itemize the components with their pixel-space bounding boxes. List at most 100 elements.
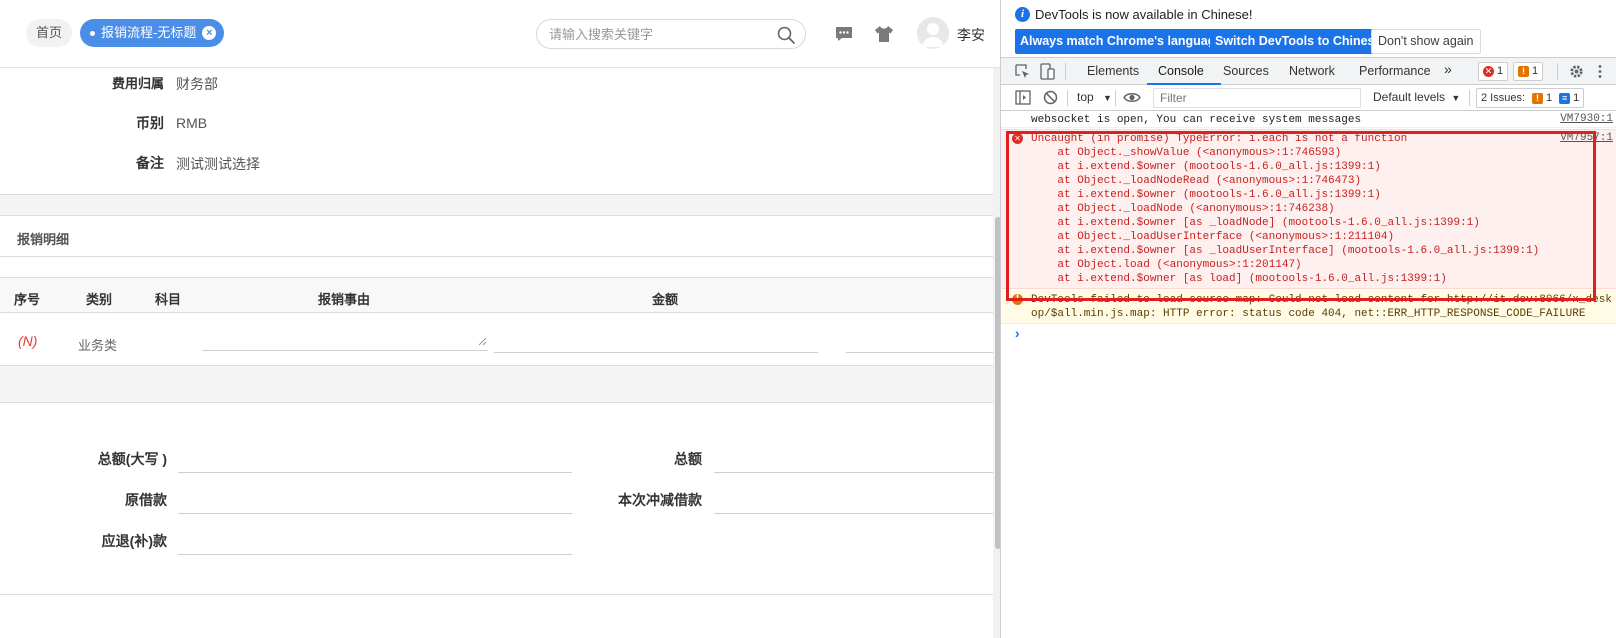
tab-console[interactable]: Console — [1158, 64, 1204, 78]
console-prompt-icon[interactable]: › — [1013, 328, 1021, 342]
resize-handle-icon[interactable] — [478, 337, 487, 346]
warning-line: DevTools failed to load source map: Coul… — [1031, 294, 1612, 306]
warning-count-badge[interactable]: ! 1 — [1513, 62, 1544, 81]
stack-frame[interactable]: at i.extend.$owner [as _loadUserInterfac… — [1031, 244, 1539, 258]
stack-frame[interactable]: at i.extend.$owner (mootools-1.6.0_all.j… — [1031, 160, 1380, 174]
row-reason-field[interactable] — [494, 352, 818, 353]
total-label: 总额 — [674, 451, 702, 467]
message-source-link[interactable]: VM7957:1 — [1560, 132, 1613, 144]
switch-chinese-button[interactable]: Switch DevTools to Chinese — [1210, 29, 1387, 54]
refund-field[interactable] — [178, 554, 572, 555]
tab-network[interactable]: Network — [1289, 64, 1335, 78]
remark-label: 备注 — [136, 155, 164, 171]
refund-label: 应退(补)款 — [101, 533, 167, 549]
sidebar-toggle-icon[interactable] — [1015, 90, 1031, 105]
stack-frame[interactable]: at i.extend.$owner [as _loadNode] (mooto… — [1031, 216, 1479, 230]
device-toolbar-icon[interactable] — [1040, 63, 1055, 80]
message-icon[interactable] — [834, 24, 854, 44]
stack-frame: at Object._loadNode (<anonymous>:1:74623… — [1031, 203, 1335, 215]
currency-label: 币别 — [136, 115, 164, 131]
issues-info-count: 1 — [1573, 91, 1580, 104]
language-infobar: i DevTools is now available in Chinese! … — [1001, 0, 1616, 57]
divider-line — [0, 594, 993, 595]
dont-show-again-button[interactable]: Don't show again — [1371, 29, 1481, 54]
console-message-warning: ! DevTools failed to load source map: Co… — [1001, 290, 1616, 324]
infobar-text: DevTools is now available in Chinese! — [1035, 7, 1253, 22]
stack-frame[interactable]: at i.extend.$owner [as load] (mootools-1… — [1031, 272, 1446, 286]
inspect-element-icon[interactable] — [1015, 64, 1030, 79]
original-loan-field[interactable] — [178, 513, 572, 514]
console-message-info: websocket is open, You can receive syste… — [1001, 111, 1616, 128]
error-count: 1 — [1497, 65, 1504, 77]
search-box — [536, 19, 806, 49]
avatar[interactable] — [917, 17, 949, 49]
row-new-mark: (N) — [18, 333, 38, 349]
username[interactable]: 李安 — [957, 25, 985, 45]
tab-performance[interactable]: Performance — [1359, 64, 1431, 78]
offset-loan-field[interactable] — [714, 513, 993, 514]
stack-frame: at Object.load (<anonymous>:1:201147) — [1031, 259, 1302, 271]
info-icon: i — [1015, 7, 1030, 22]
tab-sources[interactable]: Sources — [1223, 64, 1269, 78]
console-filter-input[interactable]: Filter — [1153, 88, 1361, 108]
table-header — [0, 278, 993, 313]
log-levels-dropdown[interactable]: Default levels ▼ — [1373, 90, 1460, 104]
tab-home[interactable]: 首页 — [26, 19, 73, 47]
issues-label: 2 Issues: — [1481, 91, 1526, 104]
console-output: websocket is open, You can receive syste… — [1001, 111, 1616, 638]
total-upper-label: 总额(大写 ) — [97, 451, 167, 467]
warning-icon: ! — [1518, 66, 1529, 77]
toolbar-separator — [1065, 63, 1066, 80]
warning-icon: ! — [1012, 294, 1023, 305]
total-field[interactable] — [714, 472, 993, 473]
live-expression-eye-icon[interactable] — [1123, 91, 1141, 104]
web-app: 首页 报销流程-无标题 × 李安 费用归属 财务 — [0, 0, 1000, 638]
toolbar-separator — [1557, 63, 1558, 80]
error-count-badge[interactable]: ✕ 1 — [1478, 62, 1509, 81]
issue-info-icon: ≡ — [1559, 92, 1571, 104]
error-line: Uncaught (in promise) TypeError: i.each … — [1031, 133, 1408, 145]
toolbar-separator — [1469, 90, 1470, 106]
row-subject-field[interactable] — [202, 350, 488, 351]
message-text: websocket is open, You can receive syste… — [1031, 114, 1362, 126]
console-message-error: ✕ VM7957:1 Uncaught (in promise) TypeErr… — [1001, 129, 1616, 289]
warning-line: op/$all.min.js.map: HTTP error: status c… — [1031, 308, 1586, 320]
cost-owner-value: 财务部 — [176, 76, 218, 92]
context-selector[interactable]: top ▼ — [1077, 90, 1112, 104]
issue-warning-icon: ! — [1532, 92, 1544, 104]
dropdown-arrow-icon: ▼ — [1103, 93, 1112, 103]
error-icon: ✕ — [1012, 133, 1023, 144]
original-loan-label: 原借款 — [125, 492, 167, 508]
tab-reimbursement[interactable]: 报销流程-无标题 × — [80, 19, 225, 47]
total-upper-field[interactable] — [178, 472, 572, 473]
stack-frame: at Object._loadNodeRead (<anonymous>:1:7… — [1031, 175, 1362, 187]
row-amount-field[interactable] — [846, 352, 993, 353]
clear-console-icon[interactable] — [1043, 90, 1058, 105]
row-category: 业务类 — [78, 338, 118, 353]
more-options-icon[interactable] — [1597, 64, 1603, 79]
stack-frame[interactable]: at i.extend.$owner (mootools-1.6.0_all.j… — [1031, 188, 1380, 202]
tab-close-icon[interactable]: × — [202, 26, 217, 40]
context-label: top — [1077, 90, 1094, 104]
user-avatar-icon — [922, 23, 944, 47]
tab-dot-icon — [90, 30, 95, 36]
toolbar-separator — [1067, 90, 1068, 106]
settings-gear-icon[interactable] — [1569, 64, 1584, 79]
th-subject: 科目 — [155, 292, 182, 307]
search-input[interactable] — [549, 24, 769, 44]
message-source-link[interactable]: VM7930:1 — [1560, 113, 1613, 125]
match-language-button[interactable]: Always match Chrome's language — [1015, 29, 1228, 54]
tab-elements[interactable]: Elements — [1087, 64, 1139, 78]
remark-value: 测试测试选择 — [176, 156, 260, 172]
toolbar-separator — [1115, 90, 1116, 106]
skin-shirt-icon[interactable] — [874, 24, 894, 44]
devtools-panel: i DevTools is now available in Chinese! … — [1000, 0, 1616, 638]
devtools-tab-bar: Elements Console Sources Network Perform… — [1001, 57, 1616, 85]
search-icon[interactable] — [776, 25, 796, 45]
issues-button[interactable]: 2 Issues: ! 1 ≡ 1 — [1476, 88, 1585, 108]
section-divider — [0, 365, 993, 403]
section-title: 报销明细 — [17, 232, 70, 247]
more-tabs-icon[interactable]: » — [1444, 61, 1452, 77]
section-divider — [0, 194, 993, 216]
th-amount: 金额 — [652, 292, 679, 307]
